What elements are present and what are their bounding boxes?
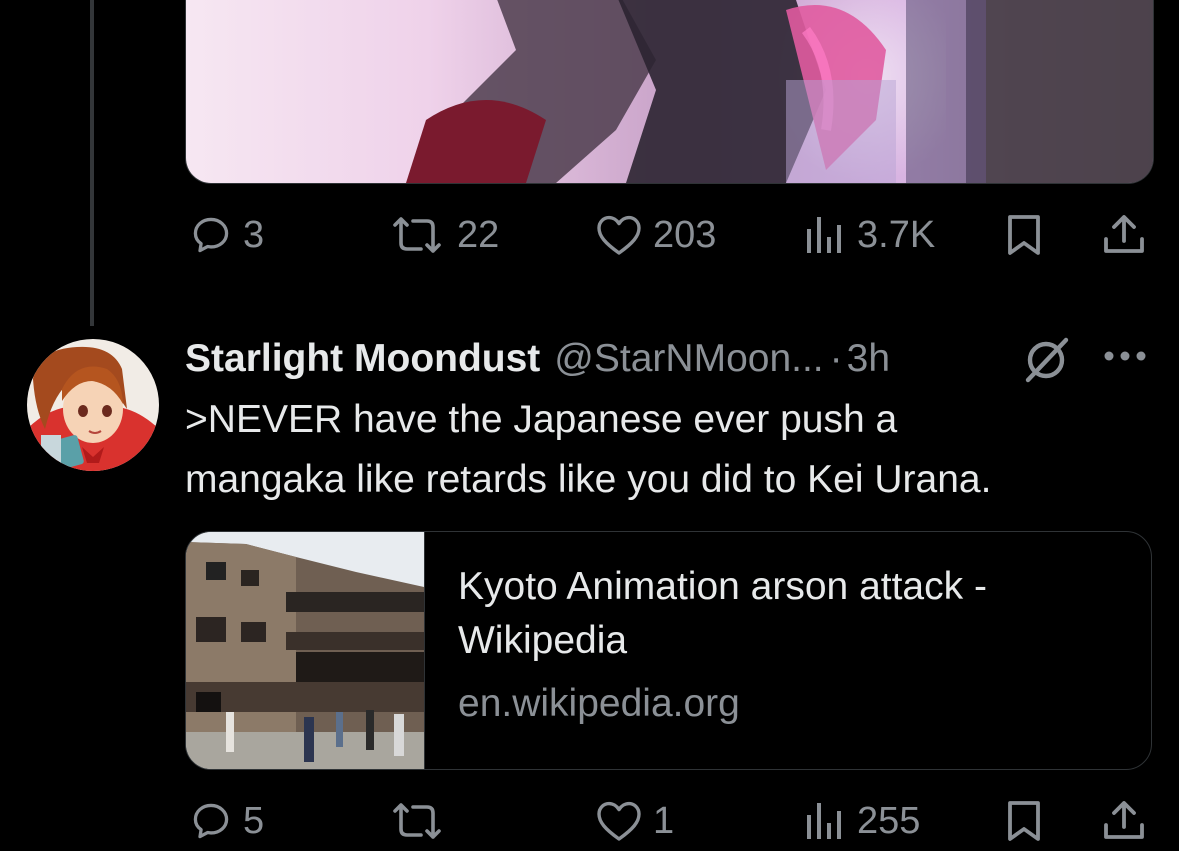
reply-count: 5 xyxy=(243,800,265,842)
heart-icon xyxy=(597,801,641,841)
views-button[interactable]: 255 xyxy=(803,799,920,843)
tweet-text-line: >NEVER have the Japanese ever push a xyxy=(185,398,898,441)
share-icon xyxy=(1104,215,1144,253)
share-button[interactable] xyxy=(1100,211,1148,259)
tweet-action-bar: 5 1 255 xyxy=(185,791,1150,851)
link-card-title: Kyoto Animation arson attack - Wikipedia xyxy=(458,560,1118,668)
bookmark-icon xyxy=(1008,215,1040,255)
reply-button[interactable]: 3 xyxy=(189,213,264,257)
like-button[interactable]: 203 xyxy=(595,213,716,257)
tweet-header: Starlight Moondust @StarNMoon... · 3h xyxy=(185,334,890,384)
share-button[interactable] xyxy=(1100,797,1148,845)
link-card-domain: en.wikipedia.org xyxy=(458,682,740,725)
user-handle[interactable]: @StarNMoon... xyxy=(554,337,823,381)
header-separator: · xyxy=(829,337,843,380)
reply-count: 3 xyxy=(243,214,265,256)
retweet-button[interactable] xyxy=(387,799,457,843)
muted-button[interactable] xyxy=(1022,336,1072,389)
avatar-image xyxy=(27,339,159,471)
burned-building-image xyxy=(186,532,424,769)
display-name[interactable]: Starlight Moondust xyxy=(185,337,540,381)
tweet-media-image[interactable] xyxy=(185,0,1154,184)
bookmark-icon xyxy=(1008,801,1040,841)
retweet-button[interactable]: 22 xyxy=(387,213,499,257)
tweet-time[interactable]: 3h xyxy=(847,337,890,381)
bookmark-button[interactable] xyxy=(1002,213,1046,257)
reply-icon xyxy=(193,217,229,253)
reply-icon xyxy=(193,803,229,839)
retweet-icon xyxy=(393,217,441,253)
views-icon xyxy=(807,803,841,839)
more-button[interactable] xyxy=(1102,348,1148,369)
share-icon xyxy=(1104,801,1144,839)
link-card-title-line: Wikipedia xyxy=(458,619,628,662)
more-icon xyxy=(1104,351,1146,361)
views-count: 255 xyxy=(857,800,921,842)
link-card-title-line: Kyoto Animation arson attack - xyxy=(458,565,987,608)
views-count: 3.7K xyxy=(857,214,936,256)
tweet-action-bar: 3 22 203 3.7K xyxy=(185,205,1150,265)
like-count: 1 xyxy=(653,800,675,842)
anime-still-image xyxy=(186,0,1153,183)
link-preview-card[interactable]: Kyoto Animation arson attack - Wikipedia… xyxy=(185,531,1152,770)
views-button[interactable]: 3.7K xyxy=(803,213,935,257)
like-count: 203 xyxy=(653,214,717,256)
views-icon xyxy=(807,217,841,253)
heart-icon xyxy=(597,215,641,255)
thread-connector-line xyxy=(90,0,94,326)
retweet-icon xyxy=(393,803,441,839)
retweet-count: 22 xyxy=(457,214,500,256)
muted-icon xyxy=(1025,337,1069,383)
link-card-thumbnail xyxy=(186,532,425,769)
avatar[interactable] xyxy=(27,339,159,471)
bookmark-button[interactable] xyxy=(1002,799,1046,843)
reply-button[interactable]: 5 xyxy=(189,799,264,843)
like-button[interactable]: 1 xyxy=(595,799,674,843)
tweet-text-line: mangaka like retards like you did to Kei… xyxy=(185,458,992,501)
tweet-text: >NEVER have the Japanese ever push a man… xyxy=(185,390,1145,510)
